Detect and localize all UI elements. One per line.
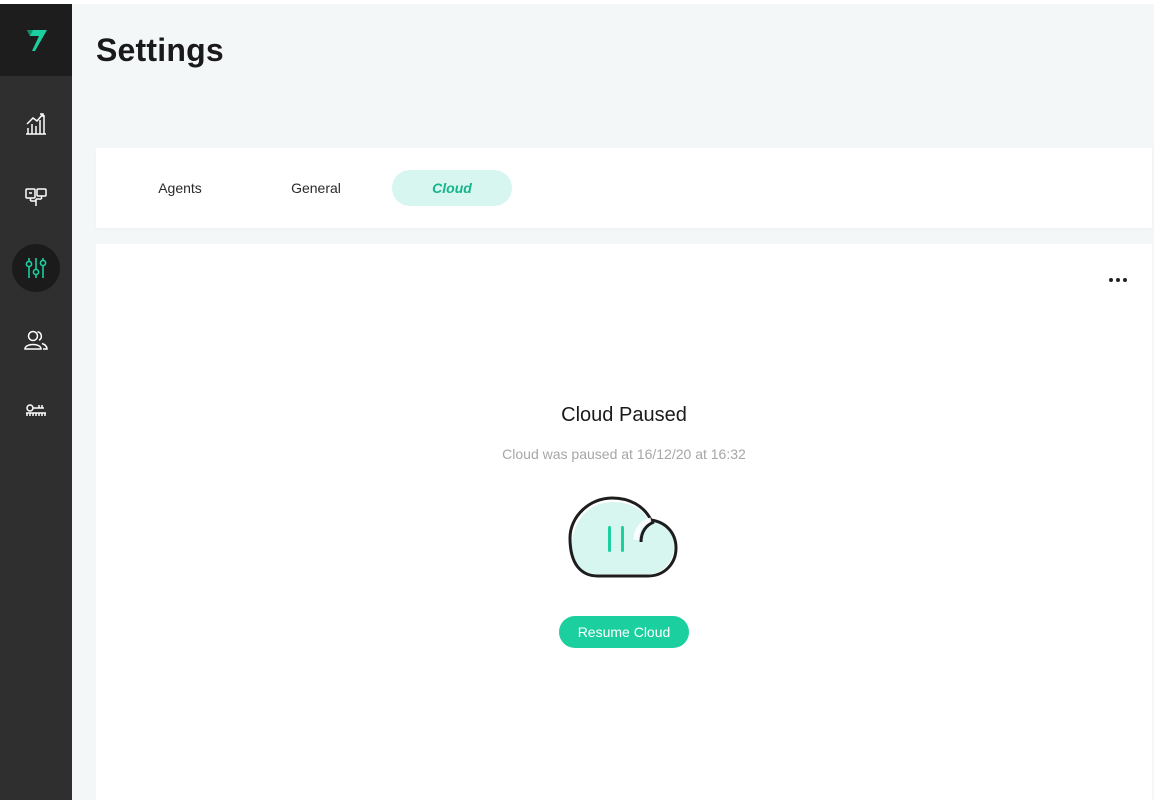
cloud-paused-icon <box>568 496 678 578</box>
sidebar-item-analytics[interactable] <box>12 100 60 148</box>
resume-cloud-button[interactable]: Resume Cloud <box>559 616 689 648</box>
sidebar-item-keys[interactable] <box>12 388 60 436</box>
brand-logo-icon <box>27 30 47 51</box>
settings-sliders-icon <box>25 258 47 278</box>
more-dot <box>1116 278 1120 282</box>
cloud-status-subtitle: Cloud was paused at 16/12/20 at 16:32 <box>502 446 746 462</box>
page-title: Settings <box>96 32 224 68</box>
tab-general[interactable]: General <box>256 170 376 206</box>
cloud-status-title: Cloud Paused <box>561 404 687 426</box>
sidebar <box>0 4 72 800</box>
tab-agents[interactable]: Agents <box>120 170 240 206</box>
agents-map-icon <box>25 188 47 206</box>
keys-icon <box>26 404 46 416</box>
analytics-chart-icon <box>26 113 46 135</box>
users-icon <box>24 330 48 350</box>
sidebar-item-agents[interactable] <box>12 172 60 220</box>
more-options-icon <box>1109 278 1113 282</box>
more-dot <box>1123 278 1127 282</box>
tab-cloud[interactable]: Cloud <box>392 170 512 206</box>
sidebar-item-settings[interactable] <box>12 244 60 292</box>
more-options-button[interactable] <box>1106 268 1130 292</box>
app-window: Settings Agents General Cloud Cloud Paus… <box>0 4 1154 800</box>
settings-tabs: Agents General Cloud <box>96 148 1152 228</box>
logo[interactable] <box>0 4 72 76</box>
cloud-panel: Cloud Paused Cloud was paused at 16/12/2… <box>96 244 1152 800</box>
sidebar-item-users[interactable] <box>12 316 60 364</box>
